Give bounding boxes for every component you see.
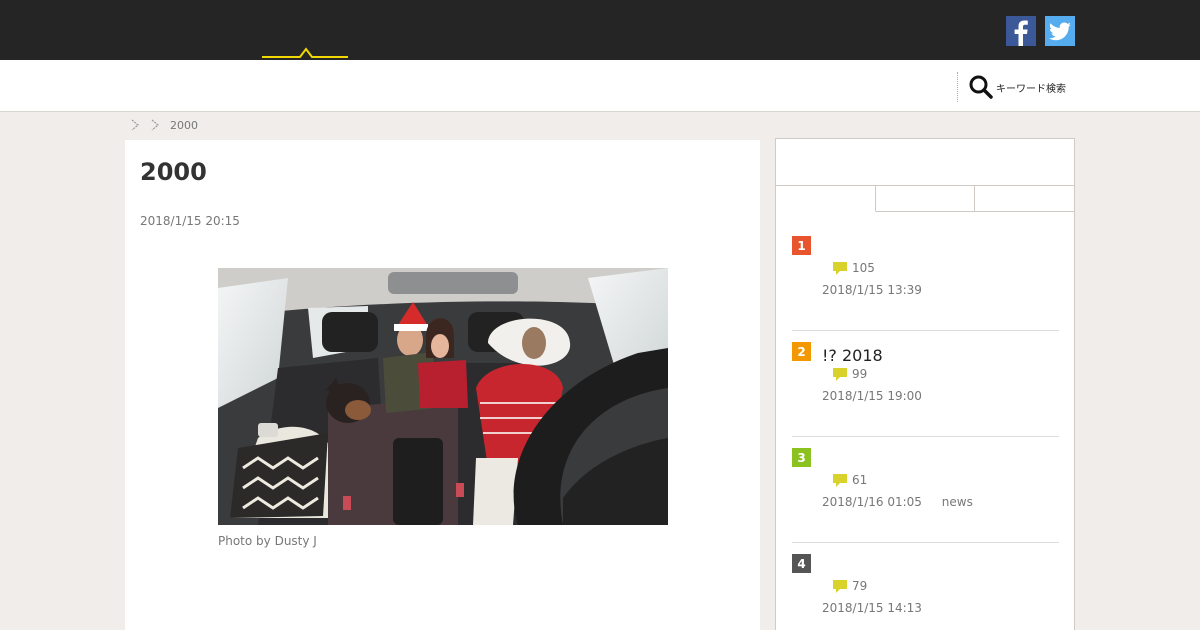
ranking-list: 1 105 2018/1/15 13:39 2 !? 2018 99 2018/… bbox=[792, 225, 1059, 630]
nav-bar: キーワード検索 bbox=[0, 60, 1200, 112]
comment-count-value: 105 bbox=[852, 261, 875, 275]
search-button[interactable]: キーワード検索 bbox=[968, 74, 1066, 100]
comment-count: 79 bbox=[833, 579, 867, 593]
article-title: 2000 bbox=[140, 158, 207, 186]
rank-meta: 2018/1/15 14:13 bbox=[822, 601, 938, 615]
rank-badge: 2 bbox=[792, 342, 811, 361]
top-bar bbox=[0, 0, 1200, 60]
breadcrumb-home-chevron-icon[interactable] bbox=[130, 119, 140, 131]
ranking-tabs bbox=[776, 186, 1075, 212]
twitter-icon bbox=[1049, 22, 1071, 41]
nav-divider bbox=[957, 72, 958, 102]
sidebar-ranking: 1 105 2018/1/15 13:39 2 !? 2018 99 2018/… bbox=[775, 138, 1075, 630]
breadcrumb-current: 2000 bbox=[170, 118, 198, 132]
comment-count-value: 99 bbox=[852, 367, 868, 381]
rank-date: 2018/1/15 14:13 bbox=[822, 601, 922, 615]
facebook-icon bbox=[1014, 20, 1028, 46]
breadcrumb: 2000 bbox=[130, 118, 198, 132]
sidebar-header bbox=[776, 139, 1074, 186]
ranking-item-1[interactable]: 1 105 2018/1/15 13:39 bbox=[792, 225, 1059, 331]
twitter-button[interactable] bbox=[1045, 16, 1075, 46]
comment-icon bbox=[833, 579, 847, 593]
comment-count-value: 61 bbox=[852, 473, 868, 487]
comment-icon bbox=[833, 473, 847, 487]
ranking-tab-2[interactable] bbox=[875, 186, 976, 212]
breadcrumb-chevron-icon bbox=[151, 119, 159, 131]
photo-caption: Photo by Dusty J bbox=[218, 534, 317, 548]
rank-date: 2018/1/16 01:05 bbox=[822, 495, 922, 509]
rank-meta: 2018/1/15 13:39 bbox=[822, 283, 938, 297]
rank-meta: 2018/1/16 01:05 news bbox=[822, 495, 973, 509]
facebook-button[interactable] bbox=[1006, 16, 1036, 46]
ranking-item-2[interactable]: 2 !? 2018 99 2018/1/15 19:00 bbox=[792, 331, 1059, 437]
rank-badge: 4 bbox=[792, 554, 811, 573]
rank-title[interactable]: !? 2018 bbox=[822, 346, 883, 365]
rank-badge: 1 bbox=[792, 236, 811, 255]
ranking-item-4[interactable]: 4 79 2018/1/15 14:13 bbox=[792, 543, 1059, 630]
search-icon bbox=[969, 75, 993, 99]
rank-date: 2018/1/15 19:00 bbox=[822, 389, 922, 403]
comment-count: 61 bbox=[833, 473, 867, 487]
comment-icon bbox=[833, 367, 847, 381]
comment-count: 105 bbox=[833, 261, 875, 275]
article-date: 2018/1/15 20:15 bbox=[140, 214, 240, 228]
rank-badge: 3 bbox=[792, 448, 811, 467]
ranking-tab-1[interactable] bbox=[776, 186, 876, 212]
logo-icon[interactable] bbox=[262, 44, 348, 60]
ranking-item-3[interactable]: 3 61 2018/1/16 01:05 news bbox=[792, 437, 1059, 543]
rank-tag[interactable]: news bbox=[942, 495, 973, 509]
ranking-tab-3[interactable] bbox=[975, 186, 1075, 212]
comment-icon bbox=[833, 261, 847, 275]
comment-count: 99 bbox=[833, 367, 867, 381]
comment-count-value: 79 bbox=[852, 579, 868, 593]
rank-date: 2018/1/15 13:39 bbox=[822, 283, 922, 297]
rank-meta: 2018/1/15 19:00 bbox=[822, 389, 938, 403]
search-label: キーワード検索 bbox=[996, 83, 1066, 95]
article: 2000 2018/1/15 20:15 Photo by Dusty J bbox=[125, 140, 760, 630]
article-photo bbox=[218, 268, 668, 525]
